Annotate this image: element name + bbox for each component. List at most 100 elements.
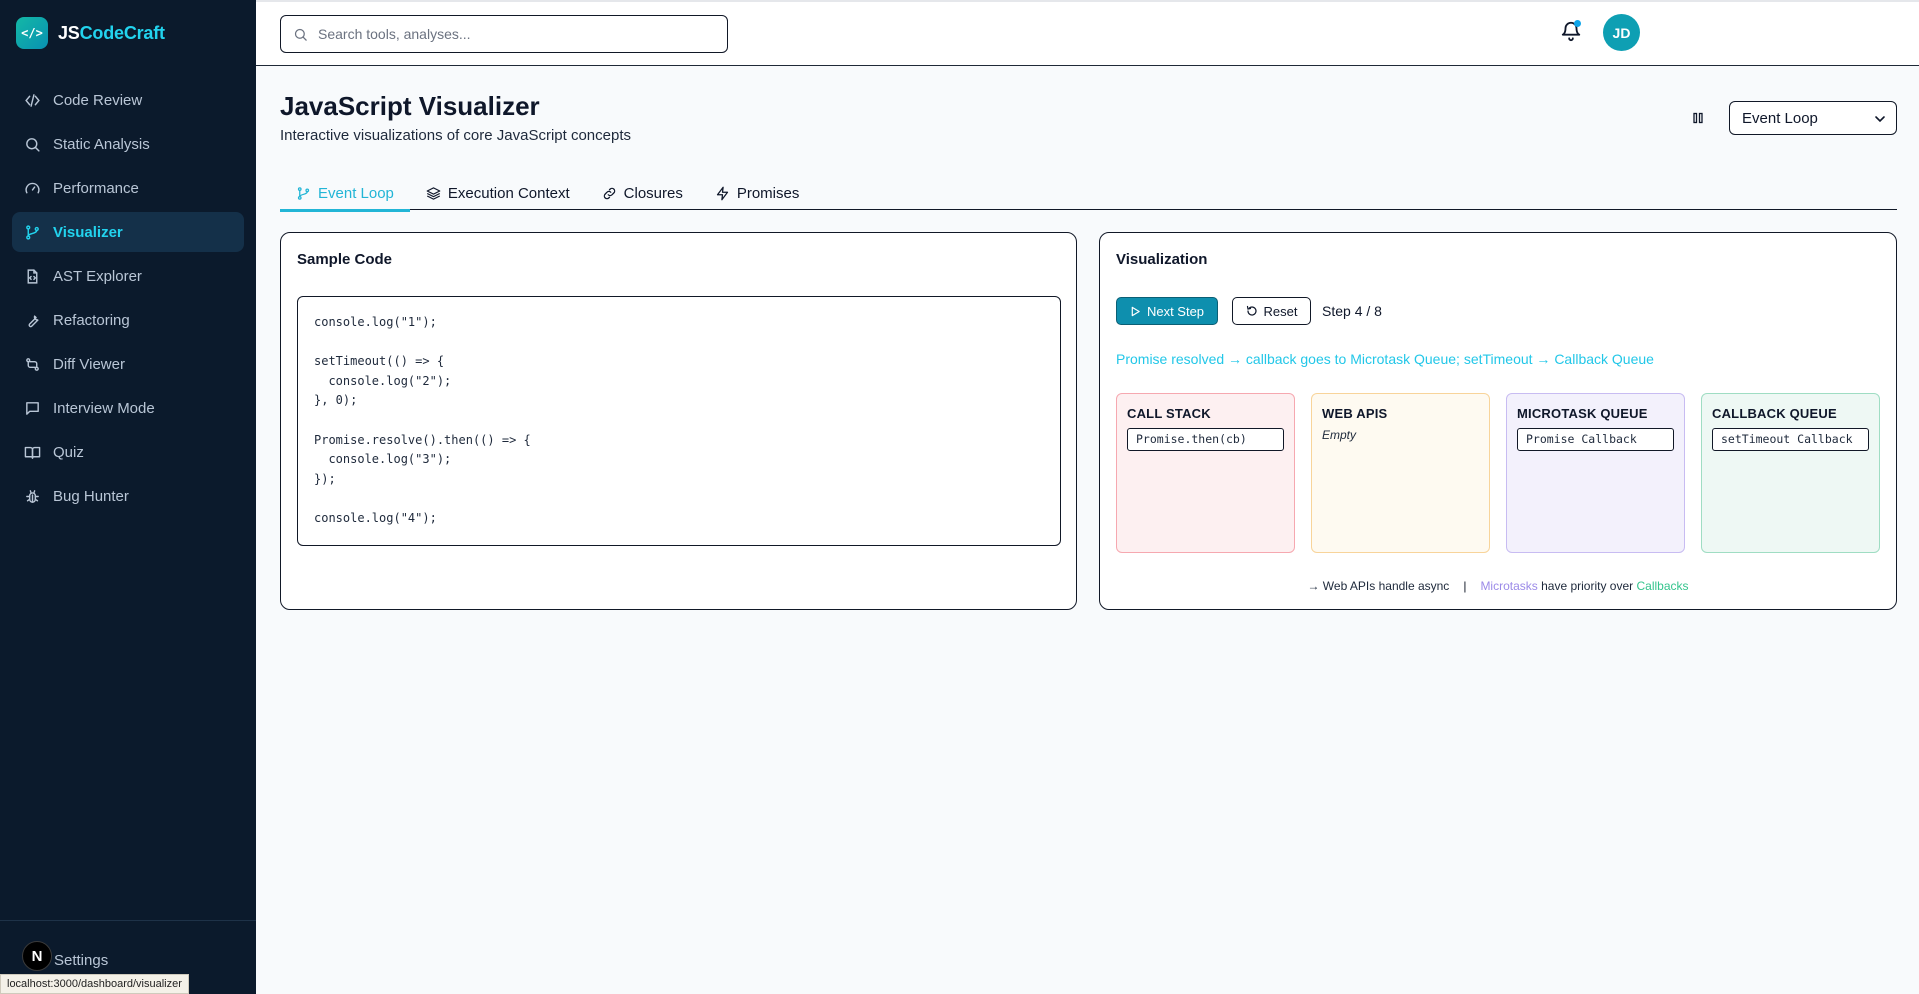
sidebar-item-label: Quiz xyxy=(53,443,84,461)
search-icon xyxy=(26,137,40,152)
callback-queue-title: CALLBACK QUEUE xyxy=(1712,406,1837,421)
reset-label: Reset xyxy=(1263,303,1298,319)
sidebar-item-label: Static Analysis xyxy=(53,135,150,153)
sample-code-card: Sample Code console.log("1"); setTimeout… xyxy=(280,232,1077,610)
next-step-button[interactable]: Next Step xyxy=(1116,297,1218,325)
sidebar-item-ast-explorer[interactable]: AST Explorer xyxy=(12,256,244,296)
code-line: Promise.resolve().then(() => { xyxy=(314,432,531,447)
tab-promises[interactable]: Promises xyxy=(699,176,816,210)
zap-icon xyxy=(716,186,728,200)
concept-select[interactable]: Event Loop xyxy=(1729,101,1897,135)
book-open-icon xyxy=(24,446,41,459)
legend-microtasks: Microtasks xyxy=(1480,579,1538,593)
code-line: console.log("2"); xyxy=(314,373,452,388)
sidebar-nav: Code Review Static Analysis Performance … xyxy=(0,66,256,516)
link-icon xyxy=(603,187,615,199)
search-input[interactable] xyxy=(318,26,698,42)
sidebar-item-label: Refactoring xyxy=(53,311,130,329)
sidebar-item-label: Bug Hunter xyxy=(53,487,129,505)
tab-event-loop[interactable]: Event Loop xyxy=(280,176,410,212)
brand[interactable]: </> JSCodeCraft xyxy=(0,0,256,66)
sidebar-item-visualizer[interactable]: Visualizer xyxy=(12,212,244,252)
tab-closures[interactable]: Closures xyxy=(586,176,699,210)
avatar[interactable]: JD xyxy=(1603,14,1640,51)
callback-queue-panel: CALLBACK QUEUE setTimeout Callback xyxy=(1701,393,1880,553)
sidebar-item-static-analysis[interactable]: Static Analysis xyxy=(12,124,244,164)
page-title: JavaScript Visualizer xyxy=(280,91,540,121)
next-step-label: Next Step xyxy=(1146,303,1205,319)
git-compare-icon xyxy=(26,357,39,371)
call-stack-title: CALL STACK xyxy=(1127,406,1211,421)
sidebar-item-label: Visualizer xyxy=(53,223,123,241)
top-bar xyxy=(256,0,1919,66)
sample-code-title: Sample Code xyxy=(297,251,393,268)
visualization-title: Visualization xyxy=(1116,251,1208,268)
sidebar-item-settings[interactable]: Settings xyxy=(54,952,108,969)
git-branch-icon xyxy=(26,224,39,240)
rotate-ccw-icon xyxy=(1246,305,1257,316)
sidebar-item-refactoring[interactable]: Refactoring xyxy=(12,300,244,340)
nextjs-devtools-badge[interactable]: N xyxy=(22,941,52,971)
play-icon xyxy=(1131,306,1140,316)
legend-priority: have priority over xyxy=(1537,579,1637,593)
web-apis-empty: Empty xyxy=(1322,428,1357,442)
code-line: }, 0); xyxy=(314,393,358,408)
sidebar-item-performance[interactable]: Performance xyxy=(12,168,244,208)
legend-callbacks: Callbacks xyxy=(1636,579,1689,593)
code-logo-icon: </> xyxy=(16,17,48,49)
sidebar-item-label: Interview Mode xyxy=(53,399,155,417)
sidebar-item-label: Performance xyxy=(53,179,139,197)
code-line: }); xyxy=(314,471,336,486)
brand-suffix: CodeCraft xyxy=(79,22,165,43)
sidebar-item-label: Diff Viewer xyxy=(53,355,125,373)
chevron-down-icon xyxy=(1875,116,1885,123)
web-apis-panel: WEB APIS Empty xyxy=(1311,393,1490,553)
callback-item: setTimeout Callback xyxy=(1712,428,1869,451)
microtask-queue-panel: MICROTASK QUEUE Promise Callback xyxy=(1506,393,1685,553)
code-block: console.log("1"); setTimeout(() => { con… xyxy=(297,296,1061,546)
message-square-icon xyxy=(26,401,39,415)
web-apis-title: WEB APIS xyxy=(1322,406,1388,421)
git-branch-icon xyxy=(297,186,310,200)
tab-label: Event Loop xyxy=(318,184,394,202)
sidebar-item-interview-mode[interactable]: Interview Mode xyxy=(12,388,244,428)
sidebar-item-label: Code Review xyxy=(53,91,143,109)
search-box[interactable] xyxy=(280,15,728,53)
reset-button[interactable]: Reset xyxy=(1232,297,1311,325)
brand-prefix: JS xyxy=(58,22,80,43)
brand-name: JSCodeCraft xyxy=(58,23,165,44)
sidebar-item-quiz[interactable]: Quiz xyxy=(12,432,244,472)
call-stack-panel: CALL STACK Promise.then(cb) xyxy=(1116,393,1295,553)
microtask-queue-title: MICROTASK QUEUE xyxy=(1517,406,1648,421)
sidebar-item-bug-hunter[interactable]: Bug Hunter xyxy=(12,476,244,516)
wrench-icon xyxy=(28,314,39,327)
tab-label: Promises xyxy=(736,184,800,202)
tab-label: Closures xyxy=(623,184,683,202)
code-line: console.log("3"); xyxy=(314,452,452,467)
bug-icon xyxy=(26,489,39,503)
code-icon xyxy=(25,93,40,107)
step-counter: Step 4 / 8 xyxy=(1322,303,1382,319)
sidebar-item-label: AST Explorer xyxy=(53,267,142,285)
status-bar-url: localhost:3000/dashboard/visualizer xyxy=(0,974,189,994)
legend: → Web APIs handle async | Microtasks have … xyxy=(1100,579,1896,593)
notification-dot xyxy=(1574,20,1581,27)
concept-tabs: Event Loop Execution Context Closures Pr… xyxy=(280,176,1897,212)
pause-icon[interactable] xyxy=(1692,112,1704,124)
code-line: setTimeout(() => { xyxy=(314,354,445,369)
sidebar-item-code-review[interactable]: Code Review xyxy=(12,80,244,120)
legend-web-apis: → Web APIs handle async xyxy=(1307,579,1450,593)
microtask-item: Promise Callback xyxy=(1517,428,1674,451)
concept-select-value: Event Loop xyxy=(1742,109,1818,127)
tab-label: Execution Context xyxy=(447,184,570,202)
sidebar-item-diff-viewer[interactable]: Diff Viewer xyxy=(12,344,244,384)
tab-execution-context[interactable]: Execution Context xyxy=(410,176,586,210)
visualization-card: Visualization Next Step Reset Step 4 / 8… xyxy=(1099,232,1897,610)
sidebar: </> JSCodeCraft Code Review Static Analy… xyxy=(0,0,256,994)
page-subtitle: Interactive visualizations of core JavaS… xyxy=(280,127,631,144)
step-explanation: Promise resolved → callback goes to Micr… xyxy=(1116,351,1654,367)
call-stack-item: Promise.then(cb) xyxy=(1127,428,1284,451)
